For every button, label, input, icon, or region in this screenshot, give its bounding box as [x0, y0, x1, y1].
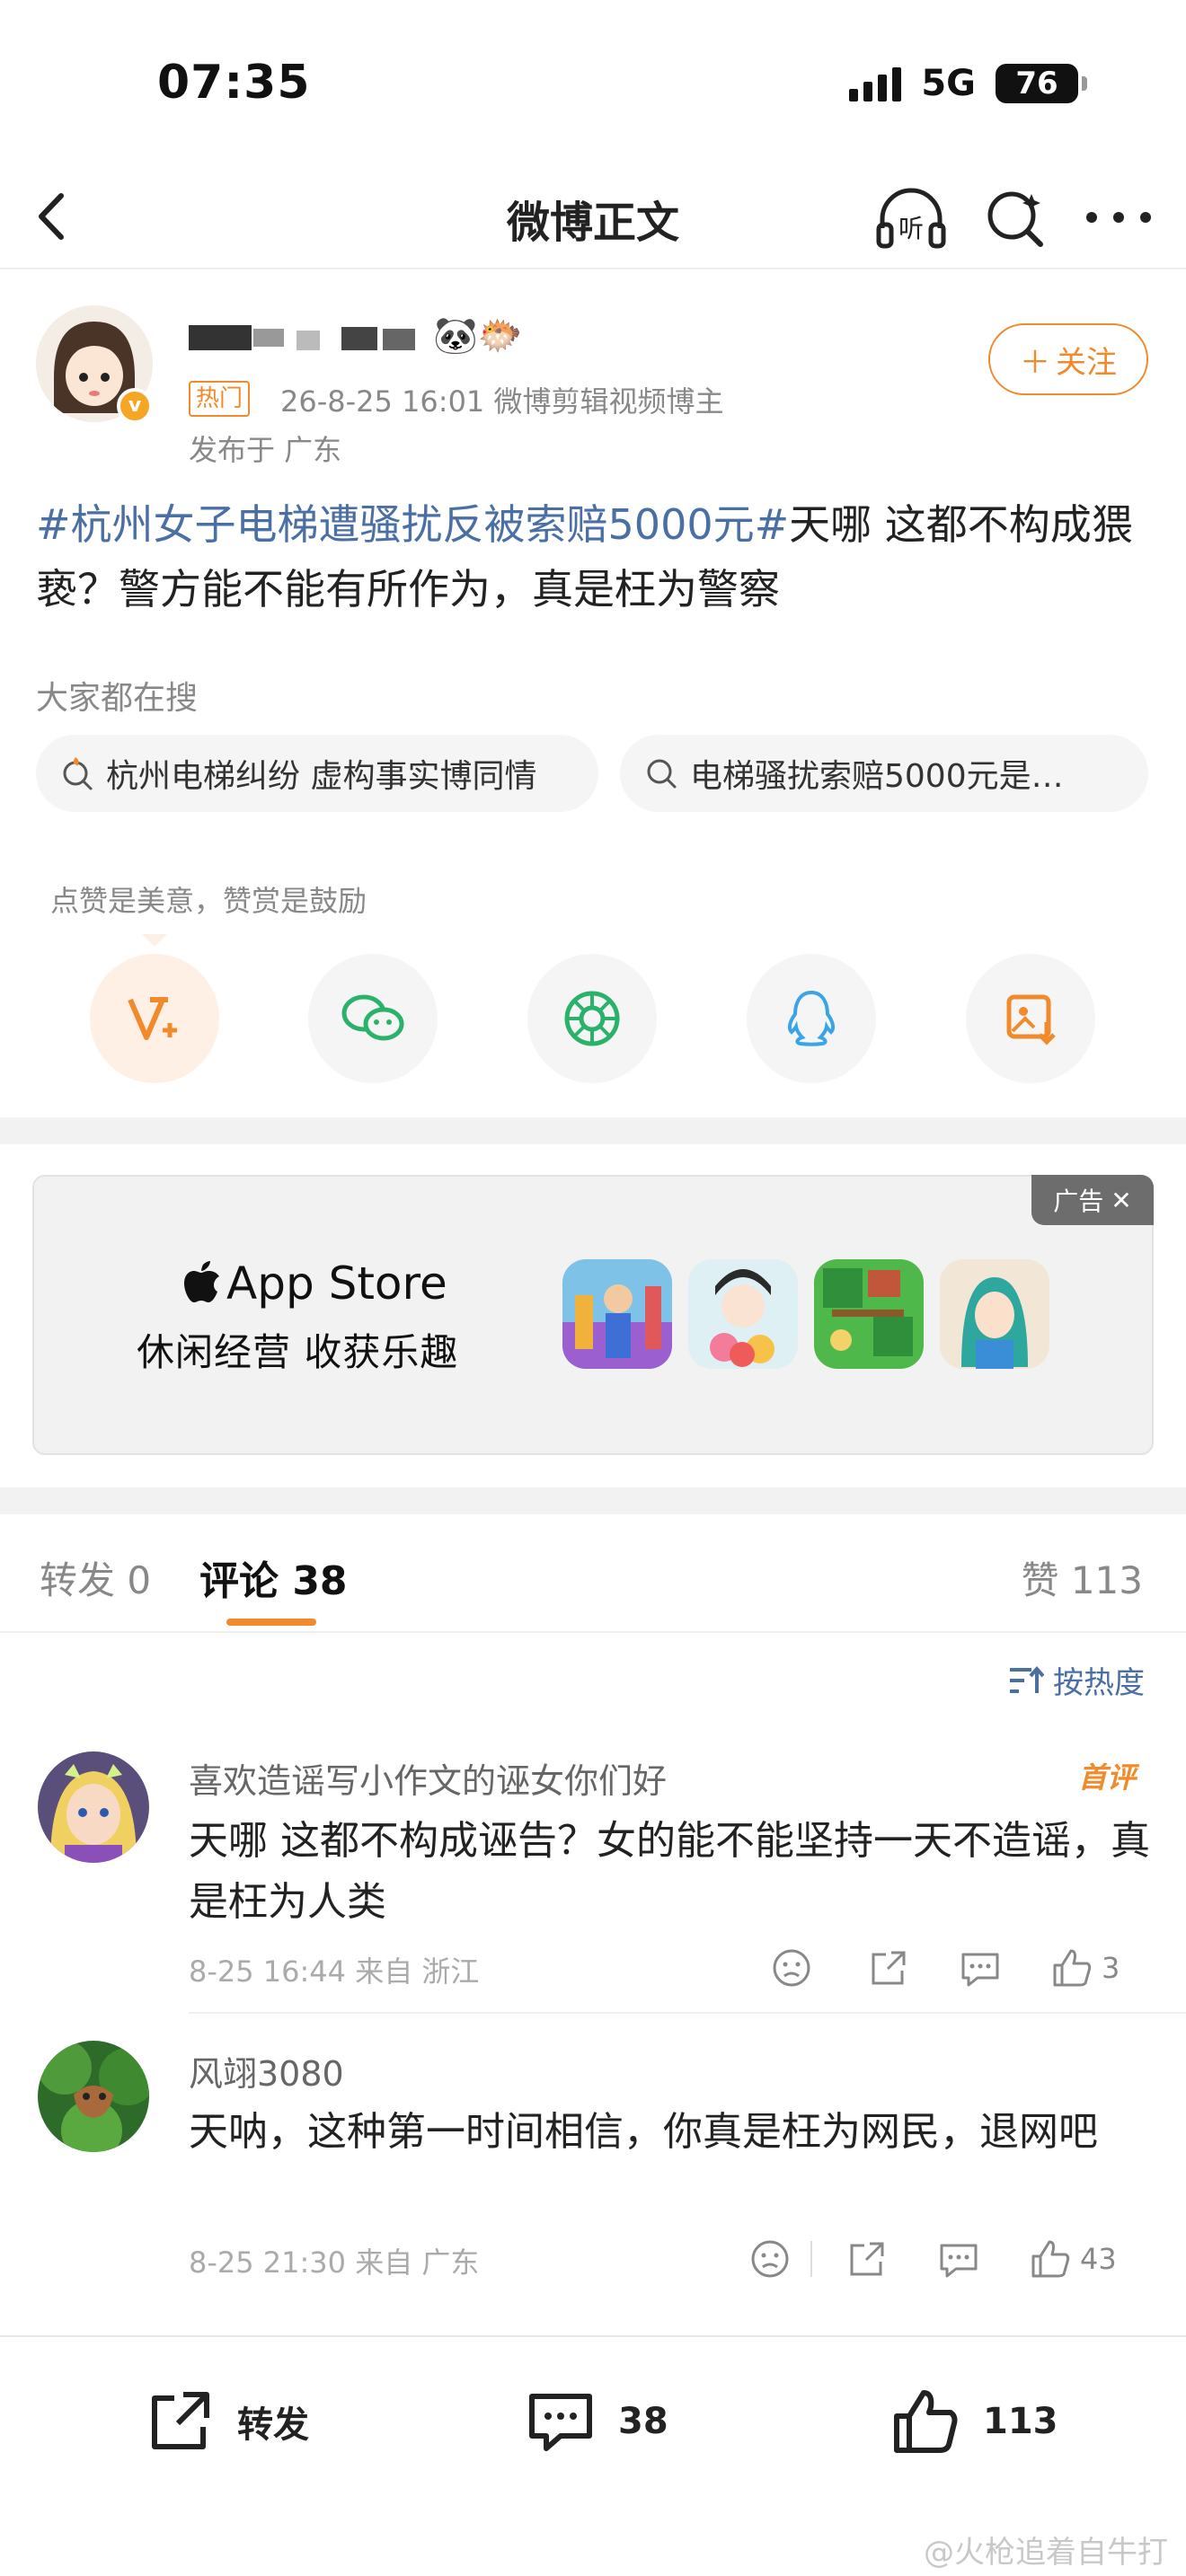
first-comment-badge: 首评 — [1078, 1760, 1137, 1795]
sort-button[interactable]: 按热度 — [1008, 1658, 1145, 1702]
battery-level: 76 — [1015, 66, 1058, 101]
search-chip-label: 电梯骚扰索赔5000元是… — [690, 758, 1064, 795]
ad-slogan: 休闲经营 收获乐趣 — [137, 1330, 459, 1374]
hot-badge: 热门 — [189, 381, 251, 417]
comment-like-button[interactable]: 3 — [1049, 1945, 1120, 1990]
section-divider — [0, 1117, 1186, 1144]
topic-link[interactable]: #杭州女子电梯遭骚扰反被索赔5000元# — [36, 500, 789, 549]
thumbs-up-icon — [1031, 2240, 1070, 2278]
bottom-repost-button[interactable]: 转发 — [144, 2386, 309, 2457]
comment-text: 天哪 这都不构成诬告？女的能不能坚持一天不造谣，真是枉为人类 — [189, 1818, 1150, 1925]
post-location: 发布于 广东 — [189, 433, 342, 467]
post-body: #杭州女子电梯遭骚扰反被索赔5000元#天哪 这都不构成猥亵？警方能不能有所作为… — [36, 492, 1159, 622]
share-qq-button[interactable] — [747, 954, 876, 1083]
status-time: 07:35 — [157, 56, 311, 110]
close-icon: ✕ — [1111, 1185, 1132, 1215]
reward-button[interactable] — [90, 954, 219, 1083]
reply-icon[interactable] — [936, 2236, 981, 2281]
app-store-logo: App Store — [183, 1257, 447, 1310]
commenter-name[interactable]: 喜欢造谣写小作文的诬女你们好 — [189, 1753, 667, 1803]
bottom-like-button[interactable]: 113 — [890, 2386, 1058, 2457]
sort-label: 按热度 — [1053, 1665, 1145, 1701]
comment-meta: 8-25 21:30 来自 广东 — [189, 2245, 480, 2280]
share-moments-button[interactable] — [527, 954, 657, 1083]
reply-icon[interactable] — [958, 1945, 1003, 1990]
comment-actions: 43 — [748, 2236, 1117, 2281]
search-section-title: 大家都在搜 — [36, 680, 199, 717]
follow-button[interactable]: ＋ 关注 — [988, 323, 1148, 395]
comment-actions: 3 — [769, 1945, 1120, 1990]
ad-label: 广告 — [1053, 1187, 1104, 1216]
save-image-button[interactable] — [966, 954, 1095, 1083]
svg-text:听: 听 — [898, 214, 924, 243]
ad-close-button[interactable]: 广告 ✕ — [1031, 1175, 1154, 1225]
verified-badge-icon: v — [117, 388, 153, 424]
dislike-icon[interactable] — [748, 2236, 792, 2281]
comment-like-count: 43 — [1080, 2242, 1117, 2276]
ad-app-icon[interactable] — [688, 1259, 798, 1369]
commenter-avatar[interactable] — [38, 2041, 149, 2152]
nav-bar: 微博正文 听 — [0, 162, 1186, 269]
tip-arrow — [142, 934, 167, 947]
comment-text: 天呐，这种第一时间相信，你真是枉为网民，退网吧 — [189, 2109, 1098, 2155]
active-tab-indicator — [226, 1619, 316, 1626]
wechat-icon — [341, 994, 404, 1041]
repost-icon[interactable] — [866, 1945, 911, 1990]
post-meta: 26-8-25 16:01 微博剪辑视频博主 — [280, 384, 724, 419]
tab-comment[interactable]: 评论 38 — [199, 1548, 348, 1606]
ad-app-icon[interactable] — [562, 1259, 672, 1369]
thumbs-up-icon — [1053, 1949, 1092, 1987]
network-label: 5G — [921, 63, 976, 104]
commenter-avatar[interactable] — [38, 1751, 149, 1863]
sort-icon — [1010, 1665, 1044, 1693]
search-chip[interactable]: 电梯骚扰索赔5000元是… — [620, 735, 1148, 812]
signal-icon — [849, 66, 902, 101]
thumbs-up-icon — [894, 2390, 958, 2453]
comment-like-count: 3 — [1102, 1951, 1120, 1985]
app-store-label: App Store — [226, 1257, 447, 1310]
follow-label: 关注 — [1056, 344, 1117, 381]
commenter-name[interactable]: 风翊3080 — [189, 2046, 344, 2095]
listen-icon[interactable]: 听 — [873, 181, 949, 253]
save-image-icon — [1006, 994, 1056, 1045]
share-wechat-button[interactable] — [308, 954, 438, 1083]
bottom-comment-count: 38 — [618, 2401, 668, 2442]
qq-icon — [787, 990, 836, 1046]
plus-icon: ＋ — [1020, 344, 1050, 381]
bottom-action-bar: 转发 38 113 @火枪追着自牛打 — [0, 2335, 1186, 2576]
more-icon[interactable] — [1078, 181, 1159, 253]
search-chip[interactable]: 杭州电梯纠纷 虚构事实博同情 — [36, 735, 598, 812]
comment-meta: 8-25 16:44 来自 浙江 — [189, 1954, 480, 1989]
hot-search-icon — [63, 757, 93, 790]
tab-repost[interactable]: 转发 0 — [40, 1550, 151, 1605]
reward-icon — [128, 997, 177, 1040]
repost-icon[interactable] — [845, 2236, 890, 2281]
reward-tip: 点赞是美意，赞赏是鼓励 — [50, 884, 367, 918]
moments-icon — [564, 991, 620, 1046]
watermark: @火枪追着自牛打 — [924, 2535, 1168, 2571]
bottom-like-count: 113 — [983, 2401, 1058, 2442]
search-icon[interactable] — [979, 181, 1051, 253]
bottom-comment-button[interactable]: 38 — [525, 2386, 668, 2457]
author-emoji: 🐼🐡 — [433, 315, 523, 357]
tab-like[interactable]: 赞 113 — [1021, 1550, 1143, 1605]
status-indicators: 5G 76 — [849, 63, 1087, 104]
dislike-icon[interactable] — [769, 1945, 814, 1990]
apple-icon — [184, 1261, 219, 1302]
repost-icon — [152, 2392, 209, 2449]
comment-divider — [189, 2012, 1186, 2014]
action-separator — [810, 2241, 812, 2277]
search-icon — [647, 759, 677, 789]
ad-app-icon[interactable] — [814, 1259, 924, 1369]
search-chip-label: 杭州电梯纠纷 虚构事实博同情 — [106, 758, 537, 795]
author-name-redacted — [189, 325, 415, 350]
comment-like-button[interactable]: 43 — [1028, 2236, 1117, 2281]
ad-app-icon[interactable] — [940, 1259, 1049, 1369]
comment-icon — [529, 2394, 592, 2451]
bottom-repost-label: 转发 — [237, 2404, 309, 2446]
section-divider — [0, 1487, 1186, 1514]
tab-bar: 转发 0 评论 38 赞 113 — [0, 1514, 1186, 1633]
battery-icon: 76 — [996, 64, 1087, 103]
